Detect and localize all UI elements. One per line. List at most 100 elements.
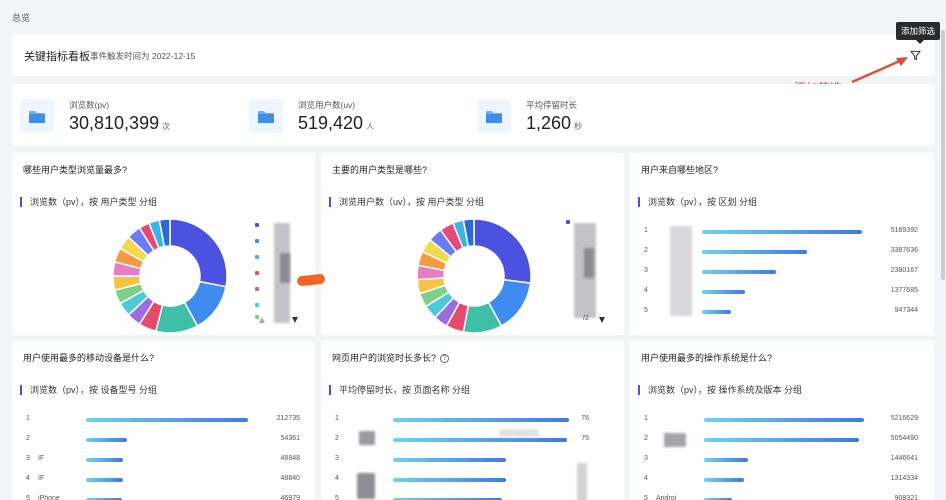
row-rank: 4: [26, 475, 30, 482]
row-rank: 4: [644, 475, 648, 482]
legend-labels-redacted: [280, 253, 290, 283]
panel-subtitle: 浏览数（pv），按 设备型号 分组: [20, 385, 157, 395]
row-bar: [704, 438, 860, 442]
kpi-card: 浏览数(pv) 30,810,399 次 浏览用户数(uv) 519,420 人 平…: [12, 84, 934, 146]
panel-subtitle: 浏览数（pv），按 区划 分组: [638, 197, 757, 207]
table-row[interactable]: 1 76: [321, 414, 624, 426]
panel-dwell: 网页用户的浏览时长多长?? 平均停留时长，按 页面名称 分组 1 76 2 75 3 4 5: [321, 341, 624, 500]
row-value: 908321: [894, 495, 918, 500]
row-rank: 5: [644, 495, 648, 500]
row-bar: [86, 458, 124, 462]
row-bar: [704, 458, 749, 462]
row-labels-redacted: [357, 473, 375, 499]
table-row[interactable]: 4 1314334: [630, 474, 934, 486]
donut-slice[interactable]: [473, 218, 532, 284]
row-rank: 5: [644, 307, 648, 314]
bar-list-device: 1 212735 2 54361 3 IF 48848 4 IF 48840 5 iPhone 4697…: [12, 414, 315, 500]
row-value: 48848: [280, 455, 300, 462]
row-rank: 5: [26, 495, 30, 500]
row-bar: [393, 438, 567, 442]
row-bar: [393, 458, 507, 462]
table-row[interactable]: 4 IF 48840: [12, 474, 315, 486]
row-rank: 1: [644, 415, 648, 422]
row-bar: [702, 290, 745, 294]
row-labels-redacted: [359, 431, 375, 445]
table-row[interactable]: 1 5216629: [630, 414, 934, 426]
legend-marker: [255, 303, 259, 307]
row-labels-redacted: [664, 433, 686, 447]
page-title: 关键指标看板: [24, 51, 90, 63]
row-bar: [393, 418, 569, 422]
legend-prev-icon[interactable]: [258, 316, 266, 324]
bar-list-os: 1 5216629 2 5054490 3 1446641 4 1314334 5 Androi 9…: [630, 414, 934, 500]
row-value: 5216629: [890, 415, 918, 422]
panel-main-user-type: 主要的用户类型是哪些? 浏览用户数（uv），按 用户类型 分组 /2: [321, 153, 624, 335]
panel-subtitle: 浏览用户数（uv），按 用户类型 分组: [329, 197, 484, 207]
row-rank: 3: [644, 267, 648, 274]
legend-marker: [255, 223, 259, 227]
breadcrumb: 总览: [12, 13, 31, 23]
kpi-value: 519,420 人: [298, 113, 375, 133]
row-value: 212735: [276, 415, 300, 422]
row-rank: 3: [335, 455, 339, 462]
kpi-label: 平均停留时长: [526, 100, 578, 110]
dashboard-header: 关键指标看板 事件触发时间为 2022-12-15: [12, 34, 934, 76]
row-value: 1377685: [890, 287, 918, 294]
row-bar: [702, 230, 862, 234]
row-rank: 1: [335, 415, 339, 422]
row-bar: [86, 478, 124, 482]
row-rank: 1: [26, 415, 30, 422]
row-value: 75: [581, 435, 589, 442]
row-value: 2380167: [890, 267, 918, 274]
row-labels-redacted: [670, 226, 692, 316]
donut-slice[interactable]: [169, 218, 228, 288]
row-rank: 2: [644, 247, 648, 254]
filter-tooltip: 添加筛选: [896, 22, 941, 44]
row-value: 3387636: [890, 247, 918, 254]
legend-next-icon[interactable]: [291, 316, 299, 324]
row-label: Androi: [656, 495, 677, 500]
kpi-pv: 浏览数(pv) 30,810,399 次: [12, 84, 232, 146]
legend-next-icon[interactable]: [598, 316, 606, 324]
row-rank: 4: [335, 475, 339, 482]
row-rank: 5: [335, 495, 339, 500]
table-row[interactable]: 3 IF 48848: [12, 454, 315, 466]
panel-title: 用户使用最多的移动设备是什么?: [23, 353, 155, 363]
legend-labels-redacted: [584, 248, 594, 278]
row-rank: 2: [26, 435, 30, 442]
filter-icon: [909, 50, 921, 60]
row-value: 5054490: [890, 435, 918, 442]
help-icon[interactable]: ?: [440, 354, 450, 364]
legend-marker: [255, 255, 259, 259]
folder-icon: [249, 99, 283, 133]
panel-subtitle: 浏览数（pv），按 用户类型 分组: [20, 197, 157, 207]
folder-icon: [20, 99, 54, 133]
scrollbar[interactable]: [941, 30, 945, 280]
donut-chart-user-type: [112, 218, 228, 334]
row-value: 5169392: [890, 227, 918, 234]
row-rank: 4: [644, 287, 648, 294]
row-bar: [86, 418, 248, 422]
legend-marker: [566, 220, 570, 224]
row-bar: [702, 310, 732, 314]
kpi-value: 30,810,399 次: [69, 113, 171, 133]
row-bar: [393, 478, 507, 482]
table-row[interactable]: 5 iPhone 46979: [12, 494, 315, 500]
annotation-arrow-icon: [851, 57, 908, 84]
row-bar: [86, 438, 128, 442]
kpi-uv: 浏览用户数(uv) 519,420 人: [241, 84, 461, 146]
table-row[interactable]: 1 212735: [12, 414, 315, 426]
kpi-duration: 平均停留时长 1,260 秒: [469, 84, 689, 146]
donut-chart-main-user-type: [416, 218, 532, 334]
table-row[interactable]: 5 Androi 908321: [630, 494, 934, 500]
row-value: 1314334: [890, 475, 918, 482]
panel-user-type: 哪些用户类型浏览量最多? 浏览数（pv），按 用户类型 分组: [12, 153, 315, 335]
panel-subtitle: 平均停留时长，按 页面名称 分组: [329, 385, 470, 395]
row-rank: 3: [26, 455, 30, 462]
row-value: 48840: [280, 475, 300, 482]
table-row[interactable]: 2 54361: [12, 434, 315, 446]
table-row[interactable]: 3 1446641: [630, 454, 934, 466]
row-rank: 3: [644, 455, 648, 462]
panel-title: 网页用户的浏览时长多长??: [332, 351, 450, 364]
add-filter-button[interactable]: [908, 48, 922, 62]
